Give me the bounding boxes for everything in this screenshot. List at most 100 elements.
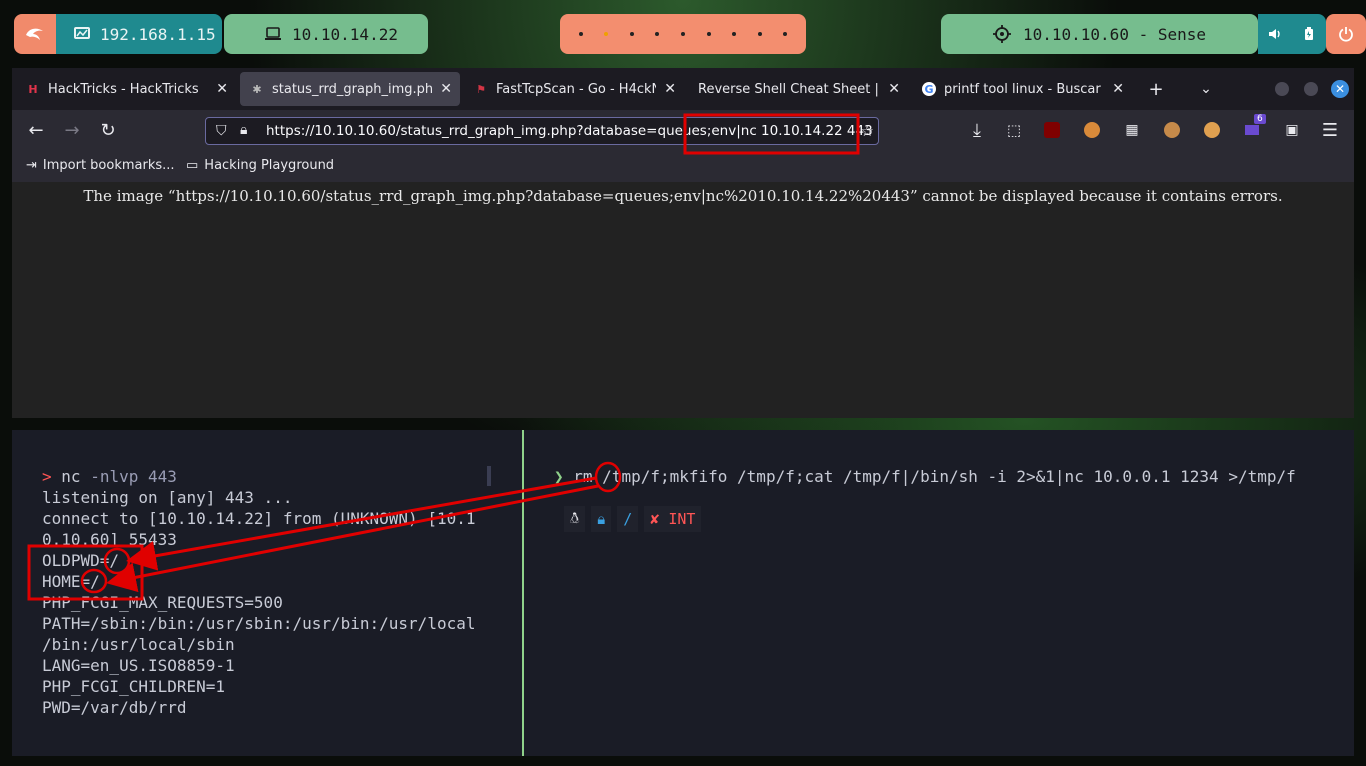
kali-dragon-icon [26, 28, 43, 40]
status-path: / [617, 506, 639, 532]
workspace-8[interactable] [757, 32, 762, 36]
workspace-switcher[interactable] [560, 14, 806, 54]
vpn-ip-text: 10.10.14.22 [292, 24, 398, 44]
extensions-puzzle-icon[interactable]: ⬚ [1002, 118, 1026, 142]
volume-button[interactable] [1258, 14, 1292, 54]
vpn-ip-indicator[interactable]: 10.10.14.22 [224, 14, 428, 54]
downloads-icon[interactable]: ⤓ [965, 118, 989, 142]
bookmark-import[interactable]: ⇥ Import bookmarks... [26, 158, 175, 173]
power-button[interactable] [1326, 14, 1366, 54]
minimize-button[interactable] [1270, 77, 1294, 101]
tab-label: printf tool linux - Buscar co [944, 81, 1105, 97]
terminal-left[interactable]: > nc -nlvp 443 listening on [any] 443 ..… [12, 430, 522, 756]
terminal-right[interactable]: ❯ rm /tmp/f;mkfifo /tmp/f;cat /tmp/f|/bi… [524, 430, 1354, 756]
tab-status-rrd[interactable]: ✱ status_rrd_graph_img.php ✕ [240, 72, 460, 106]
lock-warning-icon[interactable]: 🔒︎ [240, 122, 247, 138]
url-bar[interactable]: ⛉ 🔒︎ https://10.10.10.60/status_rrd_grap… [205, 117, 879, 145]
monitor-icon [74, 27, 90, 39]
bookmarks-toolbar: ⇥ Import bookmarks... ▭ Hacking Playgrou… [12, 150, 1354, 183]
command-text: rm /tmp/f;mkfifo /tmp/f;cat /tmp/f|/bin/… [573, 467, 1296, 486]
pfsense-icon: ✱ [252, 82, 262, 96]
output-line: PWD=/var/db/rrd [42, 698, 187, 717]
target-indicator[interactable]: 10.10.10.60 - Sense [941, 14, 1258, 54]
bookmark-hacking-playground[interactable]: ▭ Hacking Playground [186, 158, 334, 173]
terminal-cursor [487, 466, 491, 486]
forward-button[interactable]: → [60, 118, 84, 142]
tab-fasttcpscan[interactable]: ⚑ FastTcpScan - Go - H4ckNet ✕ [464, 72, 684, 106]
back-button[interactable]: ← [24, 118, 48, 142]
laptop-icon [265, 27, 281, 40]
tab-google-search[interactable]: G printf tool linux - Buscar co ✕ [912, 72, 1132, 106]
firefox-window: H HackTricks - HackTricks ✕ ✱ status_rrd… [12, 68, 1354, 418]
output-line: /bin:/usr/local/sbin [42, 635, 235, 654]
tab-hacktricks[interactable]: H HackTricks - HackTricks ✕ [16, 72, 236, 106]
output-line: connect to [10.10.14.22] from (UNKNOWN) … [42, 509, 476, 528]
workspace-2[interactable] [604, 32, 609, 36]
bookmark-label: Import bookmarks... [42, 158, 175, 173]
kali-menu-button[interactable] [14, 14, 56, 54]
foxyproxy-icon[interactable] [1080, 118, 1104, 142]
workspace-6[interactable] [706, 32, 711, 36]
tab-reverse-shell[interactable]: Reverse Shell Cheat Sheet | pe ✕ [688, 72, 908, 106]
url-text[interactable]: https://10.10.10.60/status_rrd_graph_img… [266, 123, 873, 139]
new-tab-button[interactable]: + [1144, 77, 1168, 101]
close-icon[interactable]: ✕ [1112, 81, 1124, 97]
hamburger-menu-icon[interactable]: ☰ [1318, 118, 1342, 142]
volume-icon [1269, 29, 1280, 39]
tab-list-chevron-icon[interactable]: ⌄ [1194, 77, 1218, 101]
tab-strip: H HackTricks - HackTricks ✕ ✱ status_rrd… [12, 68, 1354, 110]
close-icon[interactable]: ✕ [216, 81, 228, 97]
prompt-symbol: ❯ [554, 467, 564, 486]
prompt-line: > nc -nlvp 443 [42, 467, 177, 486]
battery-icon [1305, 27, 1313, 40]
workspace-3[interactable] [629, 32, 634, 36]
ublock-origin-icon[interactable] [1040, 118, 1064, 142]
close-icon[interactable]: ✕ [664, 81, 676, 97]
tab-label: Reverse Shell Cheat Sheet | pe [698, 81, 881, 97]
maximize-button[interactable] [1299, 77, 1323, 101]
screenshot-icon[interactable]: ▣ [1280, 118, 1304, 142]
status-exit-code: ✘ INT [644, 506, 702, 532]
close-window-button[interactable]: ✕ [1328, 77, 1352, 101]
output-line: PATH=/sbin:/bin:/usr/sbin:/usr/bin:/usr/… [42, 614, 476, 633]
close-icon[interactable]: ✕ [888, 81, 900, 97]
linux-penguin-icon: 🐧︎ [564, 506, 586, 532]
bookmark-star-icon[interactable]: ☆ [861, 122, 874, 140]
tab-label: FastTcpScan - Go - H4ckNet [496, 81, 656, 97]
bookmark-label: Hacking Playground [204, 158, 335, 173]
lock-icon: 🔒︎ [591, 506, 612, 532]
local-ip-text: 192.168.1.15 [100, 24, 216, 44]
output-line: listening on [any] 443 ... [42, 488, 293, 507]
prompt-symbol: > [42, 467, 52, 486]
hacktricks-icon: H [28, 82, 38, 96]
workspace-5[interactable] [680, 32, 685, 36]
shield-icon[interactable]: ⛉ [216, 123, 227, 139]
qr-code-icon[interactable]: ▦ [1120, 118, 1144, 142]
battery-button[interactable] [1292, 14, 1326, 54]
cookie-icon[interactable] [1200, 118, 1224, 142]
reload-button[interactable]: ↻ [96, 118, 120, 142]
prompt-line: ❯ rm /tmp/f;mkfifo /tmp/f;cat /tmp/f|/bi… [554, 467, 1296, 486]
close-icon[interactable]: ✕ [440, 81, 452, 97]
output-line: HOME=/ [42, 572, 100, 591]
wappalyzer-icon[interactable]: 6 [1240, 114, 1266, 142]
workspace-1[interactable] [578, 32, 583, 36]
local-ip-indicator[interactable]: 192.168.1.15 [56, 14, 222, 54]
crosshair-icon [992, 25, 1011, 43]
extension-badge: 6 [1254, 114, 1266, 124]
status-line: 🐧︎ 🔒︎ / ✘ INT [564, 506, 702, 532]
image-error-message: The image “https://10.10.10.60/status_rr… [83, 187, 1283, 205]
workspace-9[interactable] [783, 32, 788, 36]
output-line: 0.10.60] 55433 [42, 530, 177, 549]
folder-icon: ▭ [186, 158, 199, 173]
output-line: PHP_FCGI_MAX_REQUESTS=500 [42, 593, 283, 612]
power-icon [1339, 27, 1353, 42]
target-text: 10.10.10.60 - Sense [1022, 24, 1207, 44]
workspace-7[interactable] [732, 32, 737, 36]
google-icon: G [922, 82, 936, 96]
output-line: LANG=en_US.ISO8859-1 [42, 656, 235, 675]
output-line: OLDPWD=/ [42, 551, 120, 570]
output-line: PHP_FCGI_CHILDREN=1 [42, 677, 226, 696]
cookie-editor-icon[interactable] [1160, 118, 1184, 142]
workspace-4[interactable] [655, 32, 660, 36]
